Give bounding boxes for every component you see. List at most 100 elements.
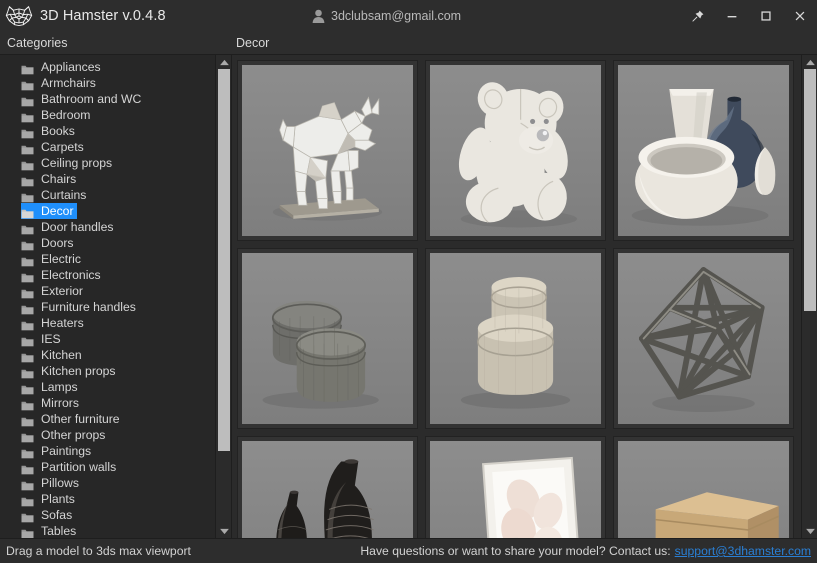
sidebar-item-content: Other furniture xyxy=(21,411,123,427)
sidebar-item-content: Furniture handles xyxy=(21,299,139,315)
sidebar-item-electric[interactable]: Electric xyxy=(0,251,215,267)
sidebar-item-label: Kitchen props xyxy=(41,364,116,378)
sidebar-item-label: Doors xyxy=(41,236,74,250)
sidebar-item-partition-walls[interactable]: Partition walls xyxy=(0,459,215,475)
sidebar-scrollbar[interactable] xyxy=(215,55,231,538)
folder-icon xyxy=(21,270,34,282)
sidebar-item-ceiling-props[interactable]: Ceiling props xyxy=(0,155,215,171)
sidebar-item-books[interactable]: Books xyxy=(0,123,215,139)
sidebar-item-label: Carpets xyxy=(41,140,84,154)
sidebar-item-content: Other props xyxy=(21,427,108,443)
sidebar-item-label: Lamps xyxy=(41,380,78,394)
window-controls xyxy=(681,0,817,31)
sidebar-item-label: Mirrors xyxy=(41,396,79,410)
sidebar-item-door-handles[interactable]: Door handles xyxy=(0,219,215,235)
folder-icon xyxy=(21,238,34,250)
sidebar-item-content: Electric xyxy=(21,251,84,267)
sidebar-item-label: IES xyxy=(41,332,61,346)
sidebar-item-chairs[interactable]: Chairs xyxy=(0,171,215,187)
folder-icon xyxy=(21,446,34,458)
sidebar-item-furniture-handles[interactable]: Furniture handles xyxy=(0,299,215,315)
sidebar-item-paintings[interactable]: Paintings xyxy=(0,443,215,459)
sidebar-item-label: Ceiling props xyxy=(41,156,113,170)
scroll-up-arrow-icon[interactable] xyxy=(802,55,817,69)
sidebar-item-mirrors[interactable]: Mirrors xyxy=(0,395,215,411)
folder-icon xyxy=(21,366,34,378)
sidebar-item-kitchen-props[interactable]: Kitchen props xyxy=(0,363,215,379)
model-card-wireframe-icosahedron[interactable] xyxy=(613,248,794,429)
folder-icon xyxy=(21,510,34,522)
model-thumbnail xyxy=(242,65,413,236)
sidebar-item-pillows[interactable]: Pillows xyxy=(0,475,215,491)
sidebar-item-content: Decor xyxy=(21,203,77,219)
scroll-down-arrow-icon[interactable] xyxy=(216,524,232,538)
sidebar-item-label: Decor xyxy=(41,204,74,218)
model-grid[interactable] xyxy=(232,55,801,538)
support-email-link[interactable]: support@3dhamster.com xyxy=(675,544,811,558)
sidebar-item-decor[interactable]: Decor xyxy=(0,203,215,219)
folder-icon xyxy=(21,62,34,74)
pin-icon[interactable] xyxy=(681,0,715,31)
sidebar-item-exterior[interactable]: Exterior xyxy=(0,283,215,299)
sidebar-item-label: Bathroom and WC xyxy=(41,92,142,106)
sidebar-item-curtains[interactable]: Curtains xyxy=(0,187,215,203)
sidebar-scrollbar-thumb[interactable] xyxy=(218,69,230,451)
sidebar-item-content: Exterior xyxy=(21,283,86,299)
model-card-framed-botanical-prints[interactable] xyxy=(425,436,606,538)
model-thumbnail xyxy=(618,441,789,538)
model-grid-panel xyxy=(232,55,817,538)
grid-scrollbar-thumb[interactable] xyxy=(804,69,816,311)
model-card-teddy-bear[interactable] xyxy=(425,60,606,241)
contact-text: Have questions or want to share your mod… xyxy=(360,544,671,558)
sidebar-item-heaters[interactable]: Heaters xyxy=(0,315,215,331)
sidebar-item-content: IES xyxy=(21,331,64,347)
sidebar-item-content: Doors xyxy=(21,235,77,251)
folder-icon xyxy=(21,430,34,442)
folder-icon xyxy=(21,110,34,122)
sidebar-item-label: Paintings xyxy=(41,444,92,458)
sidebar-item-bathroom-and-wc[interactable]: Bathroom and WC xyxy=(0,91,215,107)
folder-icon xyxy=(21,350,34,362)
sidebar-item-carpets[interactable]: Carpets xyxy=(0,139,215,155)
sidebar-item-appliances[interactable]: Appliances xyxy=(0,59,215,75)
sidebar-item-content: Bathroom and WC xyxy=(21,91,144,107)
model-card-beige-round-hat-boxes[interactable] xyxy=(425,248,606,429)
model-card-vases-and-bowl-set[interactable] xyxy=(613,60,794,241)
sidebar-item-other-furniture[interactable]: Other furniture xyxy=(0,411,215,427)
model-card-black-tall-vases[interactable] xyxy=(237,436,418,538)
account-indicator[interactable]: 3dclubsam@gmail.com xyxy=(312,0,461,31)
close-icon[interactable] xyxy=(783,0,817,31)
scroll-down-arrow-icon[interactable] xyxy=(802,524,817,538)
sidebar-item-doors[interactable]: Doors xyxy=(0,235,215,251)
sidebar-item-tables[interactable]: Tables xyxy=(0,523,215,538)
sidebar-item-content: Carpets xyxy=(21,139,87,155)
model-card-dark-round-hat-boxes[interactable] xyxy=(237,248,418,429)
sidebar-item-other-props[interactable]: Other props xyxy=(0,427,215,443)
maximize-icon[interactable] xyxy=(749,0,783,31)
grid-scrollbar[interactable] xyxy=(801,55,817,538)
folder-icon xyxy=(21,478,34,490)
sidebar-item-bedroom[interactable]: Bedroom xyxy=(0,107,215,123)
category-list[interactable]: Appliances Armchairs Bathroom and WC Bedroo… xyxy=(0,55,215,538)
sidebar-item-label: Electric xyxy=(41,252,81,266)
sidebar-item-armchairs[interactable]: Armchairs xyxy=(0,75,215,91)
sidebar-item-sofas[interactable]: Sofas xyxy=(0,507,215,523)
folder-icon xyxy=(21,158,34,170)
sidebar-item-label: Plants xyxy=(41,492,75,506)
hamster-logo-icon xyxy=(4,4,34,28)
sidebar-item-electronics[interactable]: Electronics xyxy=(0,267,215,283)
sidebar-item-label: Other furniture xyxy=(41,412,120,426)
sidebar-item-kitchen[interactable]: Kitchen xyxy=(0,347,215,363)
sidebar-item-plants[interactable]: Plants xyxy=(0,491,215,507)
main-body: Appliances Armchairs Bathroom and WC Bedroo… xyxy=(0,55,817,538)
folder-icon xyxy=(21,318,34,330)
model-card-stacked-storage-boxes[interactable] xyxy=(613,436,794,538)
sidebar-item-lamps[interactable]: Lamps xyxy=(0,379,215,395)
sidebar-item-content: Electronics xyxy=(21,267,104,283)
folder-icon xyxy=(21,414,34,426)
scroll-up-arrow-icon[interactable] xyxy=(216,55,232,69)
model-card-low-poly-horse-statue[interactable] xyxy=(237,60,418,241)
sidebar-item-content: Appliances xyxy=(21,59,104,75)
sidebar-item-ies[interactable]: IES xyxy=(0,331,215,347)
minimize-icon[interactable] xyxy=(715,0,749,31)
